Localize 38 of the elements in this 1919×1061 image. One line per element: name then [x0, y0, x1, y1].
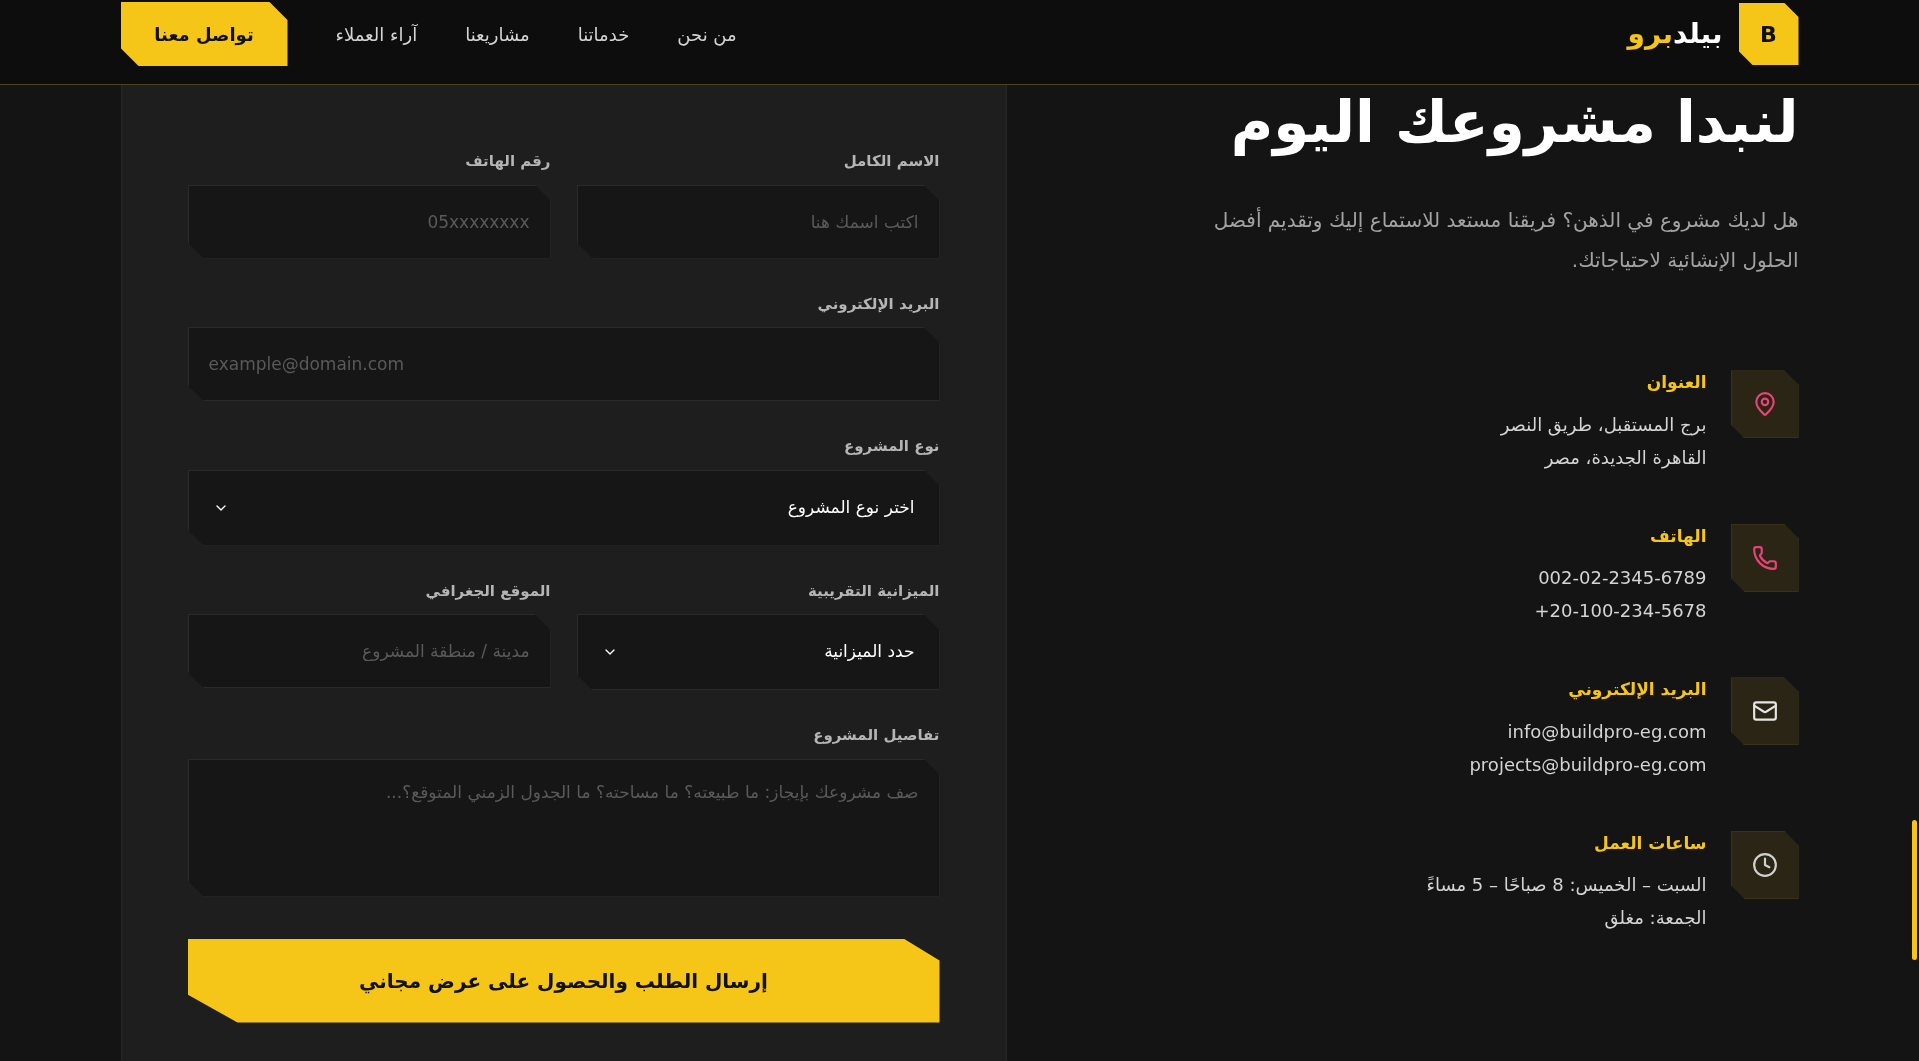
- contact-line: 20-100-234-5678+: [1534, 599, 1707, 624]
- input-field[interactable]: اكتب اسمك هنا: [576, 184, 940, 259]
- contact-line: السبت – الخميس: 8 صباحًا – 5 مساءً: [1426, 873, 1707, 898]
- contact-title: الهاتف: [1649, 524, 1707, 548]
- field-label: نوع المشروع: [844, 436, 940, 457]
- phone-icon: [1751, 544, 1778, 571]
- input-field[interactable]: 05xxxxxxxx: [187, 184, 551, 259]
- field-label: تفاصيل المشروع: [813, 725, 940, 746]
- contact-line: projects@buildpro-eg.com: [1469, 752, 1707, 777]
- nav-link[interactable]: آراء العملاء: [335, 20, 418, 48]
- field-label: الاسم الكامل: [843, 151, 940, 172]
- contact-title: البريد الإلكتروني: [1567, 678, 1707, 702]
- contact-line: 002-02-2345-6789: [1537, 566, 1707, 591]
- nav-link[interactable]: خدماتنا: [577, 20, 630, 48]
- contact-title: ساعات العمل: [1593, 831, 1707, 855]
- contact-line: info@buildpro-eg.com: [1506, 719, 1707, 744]
- logo-mark: B: [1738, 3, 1799, 65]
- contact-button[interactable]: تواصل معنا: [120, 2, 288, 66]
- nav-link[interactable]: مشاريعنا: [465, 20, 530, 48]
- clock-icon: [1751, 851, 1778, 878]
- field-label: البريد الإلكتروني: [817, 293, 940, 315]
- contact-line: القاهرة الجديدة، مصر: [1543, 445, 1707, 471]
- select-field[interactable]: حدد الميزانية: [576, 614, 940, 690]
- logo-text: بيلدبرو: [1627, 16, 1723, 52]
- contact-line: الجمعة: مغلق: [1603, 906, 1707, 931]
- field-label: الميزانية التقريبية: [808, 580, 940, 602]
- field-label: رقم الهاتف: [465, 151, 551, 172]
- nav-link[interactable]: من نحن: [677, 20, 737, 48]
- input-field[interactable]: مدينة / منطقة المشروع: [187, 614, 551, 688]
- input-field[interactable]: example@domain.com: [187, 327, 940, 401]
- contact-line: برج المستقبل، طريق النصر: [1500, 412, 1707, 438]
- select-field[interactable]: اختر نوع المشروع: [187, 469, 940, 546]
- submit-button[interactable]: إرسال الطلب والحصول على عرض مجاني: [187, 938, 940, 1023]
- field-label: الموقع الجغرافي: [425, 580, 551, 602]
- textarea-field[interactable]: صف مشروعك بإيجاز: ما طبيعته؟ ما مساحته؟ ما الجدول الزمني المتوقع؟...: [187, 758, 940, 897]
- intro-paragraph: هل لديك مشروع في الذهن؟ فريقنا مستعد للاستماع إليك وتقديم أفضل الحلول الإنشائية لاحتياجاتك.: [1212, 206, 1799, 275]
- contact-title: العنوان: [1645, 371, 1707, 395]
- section-heading: لنبدا مشروعك اليوم: [1230, 87, 1799, 159]
